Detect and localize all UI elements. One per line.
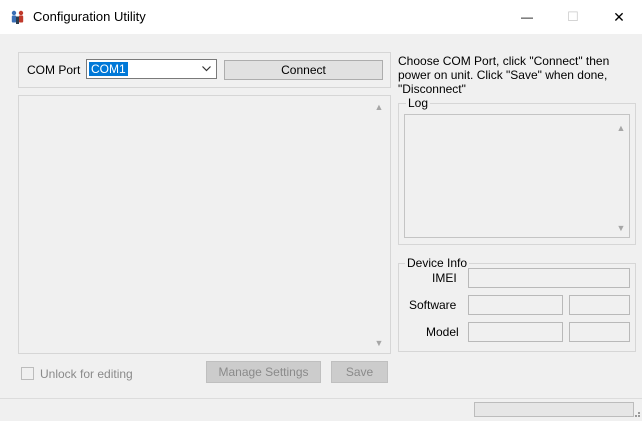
log-scroll-down-icon[interactable]: ▼	[616, 223, 626, 233]
imei-label: IMEI	[432, 271, 457, 285]
chevron-down-icon	[202, 66, 211, 72]
window-title: Configuration Utility	[33, 9, 146, 24]
log-textarea[interactable]: ▲ ▼	[404, 114, 630, 238]
close-button[interactable]: ✕	[596, 0, 642, 34]
minimize-button[interactable]: —	[504, 0, 550, 34]
minimize-icon: —	[521, 10, 533, 24]
software-label: Software	[409, 298, 457, 312]
unlock-label: Unlock for editing	[40, 367, 133, 381]
save-button[interactable]: Save	[331, 361, 388, 383]
maximize-icon: ☐	[567, 9, 579, 24]
status-progress-bar	[474, 402, 634, 417]
maximize-button[interactable]: ☐	[550, 0, 596, 34]
scroll-up-icon[interactable]: ▲	[374, 102, 384, 112]
scroll-down-icon[interactable]: ▼	[374, 338, 384, 348]
connect-button[interactable]: Connect	[224, 60, 383, 80]
com-port-value: COM1	[89, 62, 128, 76]
model-extra-field[interactable]	[569, 322, 630, 342]
close-icon: ✕	[613, 8, 625, 25]
imei-field[interactable]	[468, 268, 630, 288]
model-field[interactable]	[468, 322, 563, 342]
instructions-text: Choose COM Port, click "Connect" then po…	[398, 54, 610, 96]
com-port-select[interactable]: COM1	[86, 59, 217, 79]
settings-panel[interactable]: ▲ ▼	[18, 95, 391, 354]
device-info-title: Device Info	[405, 256, 470, 270]
manage-settings-button[interactable]: Manage Settings	[206, 361, 321, 383]
software-field[interactable]	[468, 295, 563, 315]
log-title: Log	[406, 96, 431, 110]
size-grip-icon[interactable]	[632, 409, 641, 418]
log-scroll-up-icon[interactable]: ▲	[616, 123, 626, 133]
software-extra-field[interactable]	[569, 295, 630, 315]
unlock-checkbox[interactable]	[21, 367, 34, 380]
app-icon	[11, 10, 24, 24]
com-port-label: COM Port	[27, 63, 81, 77]
model-label: Model	[426, 325, 459, 339]
